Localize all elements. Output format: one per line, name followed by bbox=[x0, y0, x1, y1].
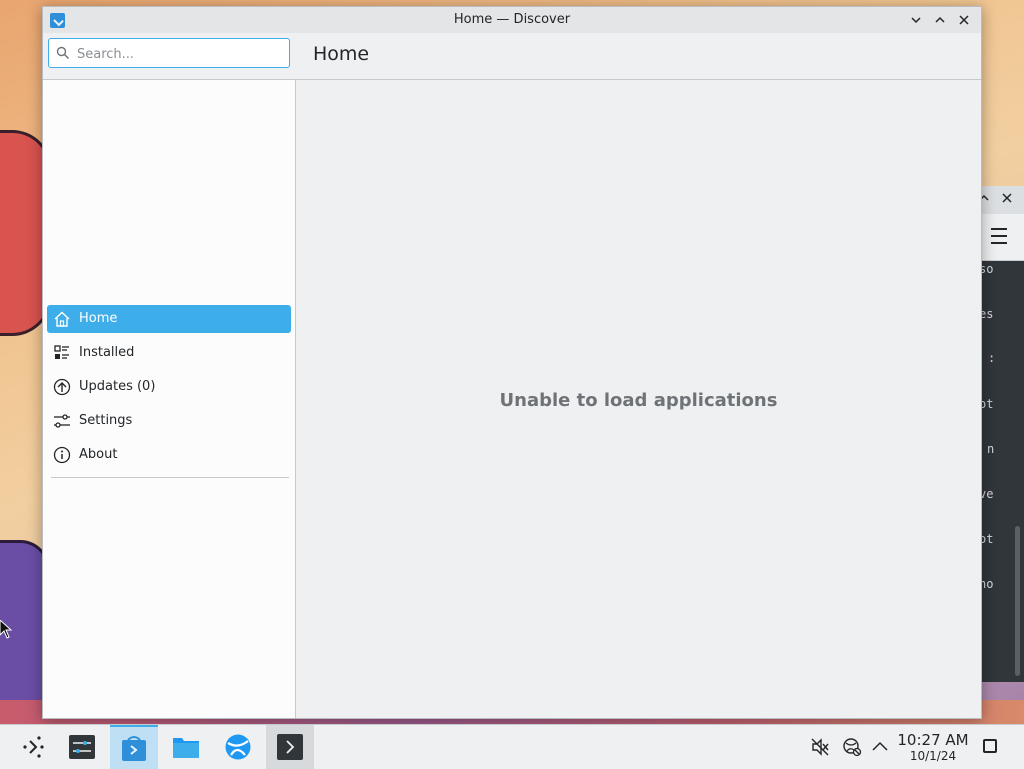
maximize-button[interactable] bbox=[931, 11, 949, 29]
sidebar-item-updates[interactable]: Updates (0) bbox=[47, 373, 291, 401]
sidebar-item-label: Updates (0) bbox=[79, 379, 156, 394]
sidebar-item-installed[interactable]: Installed bbox=[47, 339, 291, 367]
network-icon[interactable] bbox=[842, 737, 862, 757]
clock-date[interactable]: 10/1/24 bbox=[896, 749, 970, 763]
hamburger-menu-icon[interactable] bbox=[991, 228, 1007, 244]
close-button[interactable] bbox=[1001, 192, 1013, 208]
terminal-task[interactable] bbox=[266, 725, 314, 769]
sidebar-item-settings[interactable]: Settings bbox=[47, 407, 291, 435]
discover-task[interactable] bbox=[110, 725, 158, 769]
window-title: Home — Discover bbox=[453, 12, 571, 27]
settings-icon bbox=[54, 414, 70, 428]
close-button[interactable] bbox=[955, 11, 973, 29]
terminal-line: n bbox=[987, 442, 995, 456]
show-desktop-button[interactable] bbox=[983, 739, 997, 753]
taskbar: 10:27 AM 10/1/24 bbox=[0, 724, 1024, 769]
sidebar-divider bbox=[51, 477, 289, 478]
updates-icon bbox=[53, 378, 71, 396]
chevron-up-icon bbox=[935, 16, 945, 23]
chevron-down-icon bbox=[911, 17, 921, 24]
main-content: Unable to load applications bbox=[296, 80, 981, 718]
system-settings-task[interactable] bbox=[58, 725, 106, 769]
sidebar-item-label: Home bbox=[79, 311, 118, 326]
info-icon bbox=[53, 446, 71, 464]
web-browser-task[interactable] bbox=[214, 725, 262, 769]
system-settings-icon bbox=[69, 735, 95, 759]
sidebar-item-label: Installed bbox=[79, 345, 135, 360]
terminal-scrollbar[interactable] bbox=[1015, 526, 1020, 676]
mouse-cursor-icon bbox=[0, 620, 13, 639]
folder-icon bbox=[173, 738, 199, 758]
search-icon bbox=[56, 46, 70, 60]
chevron-up-icon[interactable] bbox=[870, 737, 890, 757]
window-titlebar[interactable]: Home — Discover bbox=[43, 7, 981, 33]
sidebar-item-about[interactable]: About bbox=[47, 441, 291, 469]
sidebar: Home Installed Updates (0) Settings Abou… bbox=[43, 80, 296, 718]
minimize-button[interactable] bbox=[907, 11, 925, 29]
volume-muted-icon[interactable] bbox=[810, 737, 830, 757]
close-icon bbox=[1002, 193, 1012, 203]
terminal-line: : bbox=[988, 351, 996, 365]
discover-icon bbox=[122, 736, 146, 761]
app-launcher-icon bbox=[23, 736, 44, 758]
background-terminal-window[interactable]: so es : ot n ve ot no bbox=[975, 186, 1024, 682]
search-input[interactable] bbox=[75, 43, 285, 65]
terminal-icon bbox=[277, 734, 303, 760]
terminal-toolbar bbox=[975, 214, 1024, 261]
clock-time[interactable]: 10:27 AM bbox=[896, 731, 970, 749]
close-icon bbox=[959, 15, 969, 25]
page-title: Home bbox=[313, 43, 370, 65]
error-message: Unable to load applications bbox=[499, 390, 778, 411]
sidebar-item-home[interactable]: Home bbox=[47, 305, 291, 333]
terminal-titlebar[interactable] bbox=[975, 186, 1024, 214]
installed-icon bbox=[54, 345, 69, 359]
sidebar-item-label: About bbox=[79, 447, 118, 462]
discover-window: Home — Discover Home Home bbox=[42, 6, 982, 719]
application-launcher-button[interactable] bbox=[10, 725, 58, 769]
header-toolbar: Home bbox=[43, 33, 981, 80]
browser-icon bbox=[225, 734, 251, 760]
file-manager-task[interactable] bbox=[162, 725, 210, 769]
home-icon bbox=[54, 311, 70, 327]
sidebar-item-label: Settings bbox=[79, 413, 133, 428]
search-field[interactable] bbox=[48, 38, 290, 68]
